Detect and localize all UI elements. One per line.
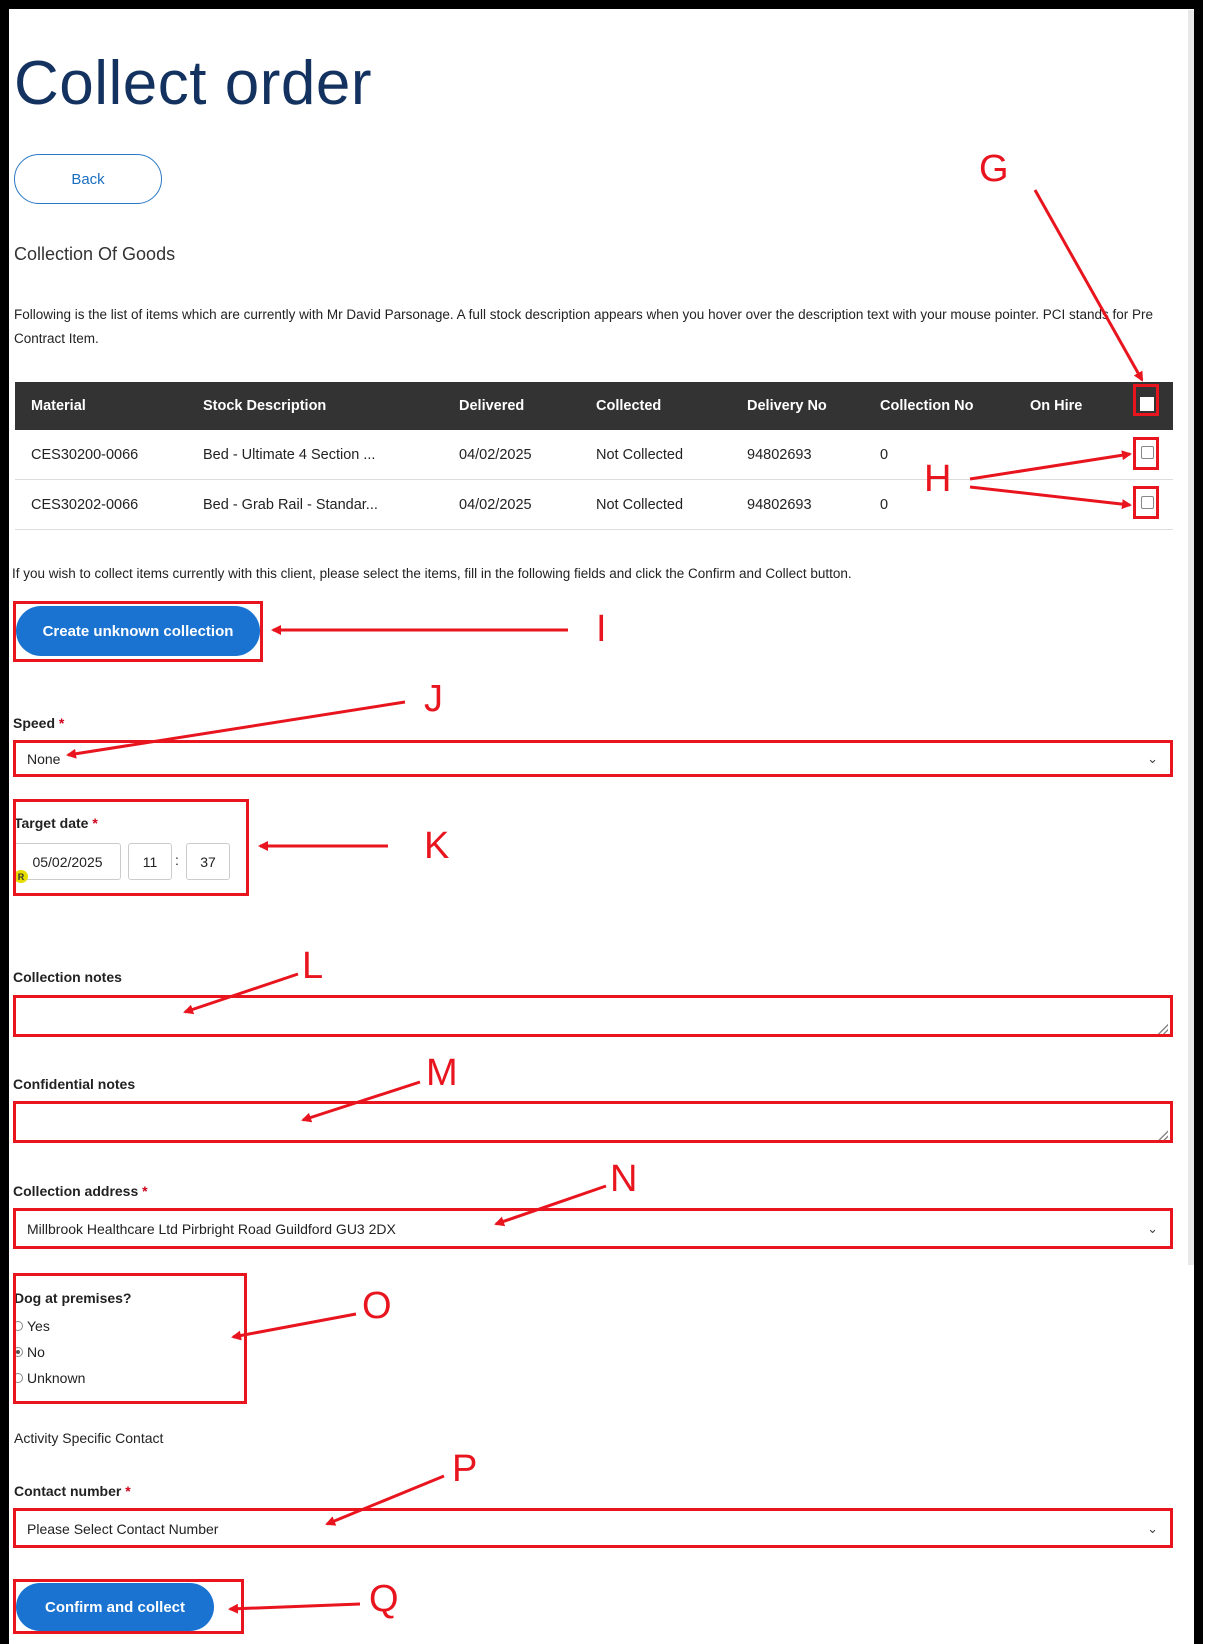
arrow-h2 (969, 485, 1132, 510)
arrow-g (1033, 189, 1144, 382)
arrow-q (228, 1602, 361, 1614)
arrow-l (183, 972, 299, 1015)
arrow-m (301, 1080, 421, 1123)
arrow-o (231, 1312, 357, 1341)
annotation-arrows (66, 189, 1144, 1614)
arrow-n (494, 1184, 607, 1227)
arrow-h1 (969, 450, 1132, 481)
arrow-p (325, 1474, 445, 1526)
arrow-j (66, 700, 406, 759)
